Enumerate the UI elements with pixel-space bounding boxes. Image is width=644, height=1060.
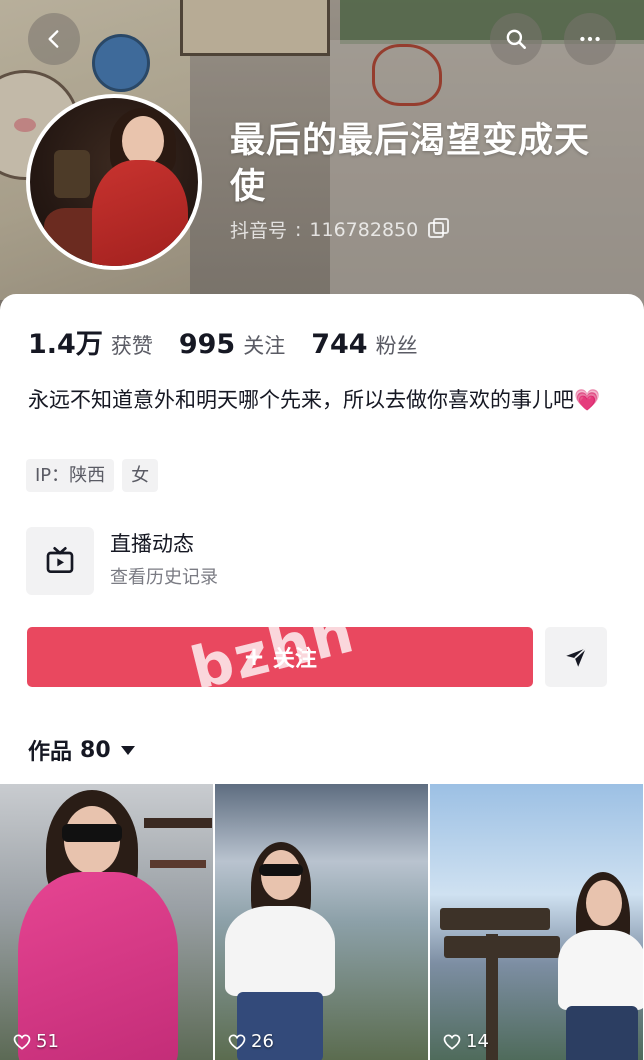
stat-likes-count: 1.4万 — [28, 329, 103, 360]
douyin-id-value: 116782850 — [309, 218, 419, 241]
thumb-figure-jeans — [566, 1006, 638, 1060]
video-thumbnail[interactable]: 51 — [0, 784, 213, 1060]
live-text: 直播动态 查看历史记录 — [110, 529, 218, 593]
tag-ip-location: IP：陕西 — [26, 459, 115, 492]
stat-following[interactable]: 995 关注 — [179, 329, 285, 360]
video-grid: 51 26 14 — [0, 784, 644, 1060]
stats-row: 1.4万 获赞 995 关注 744 粉丝 — [28, 322, 444, 361]
more-button[interactable] — [564, 13, 616, 65]
video-thumbnail[interactable]: 26 — [215, 784, 428, 1060]
plus-icon: + — [243, 642, 265, 672]
search-icon — [506, 29, 526, 49]
search-button[interactable] — [490, 13, 542, 65]
profile-bio: 永远不知道意外和明天哪个先来，所以去做你喜欢的事儿吧💗 — [28, 382, 618, 418]
profile-tags: IP：陕西 女 — [26, 459, 159, 492]
stat-followers[interactable]: 744 粉丝 — [311, 329, 417, 360]
douyin-id-label: 抖音号 — [230, 220, 288, 242]
stat-followers-label: 粉丝 — [375, 334, 418, 358]
thumb-wooden-sign — [440, 908, 550, 930]
chevron-left-icon — [48, 30, 59, 48]
live-icon-box — [26, 527, 94, 595]
bio-text: 永远不知道意外和明天哪个先来，所以去做你喜欢的事儿吧 — [28, 388, 574, 412]
video-thumbnail[interactable]: 14 — [430, 784, 643, 1060]
caret-down-icon — [120, 745, 135, 755]
douyin-id-row[interactable]: 抖音号:116782850 — [230, 216, 450, 243]
thumb-sunglasses — [259, 864, 303, 876]
video-likes-count: 14 — [466, 1031, 489, 1052]
works-count: 80 — [80, 737, 111, 763]
video-likes: 26 — [227, 1031, 274, 1052]
heart-outline-icon — [443, 1033, 461, 1050]
stat-following-label: 关注 — [243, 334, 286, 358]
works-tab[interactable]: 作品 80 — [28, 734, 135, 766]
copy-icon[interactable] — [428, 217, 450, 238]
live-subtitle: 查看历史记录 — [110, 567, 218, 588]
thumb-pavilion — [144, 818, 212, 868]
avatar[interactable] — [26, 94, 202, 270]
stat-followers-count: 744 — [311, 329, 368, 360]
tv-icon — [46, 547, 74, 573]
follow-button[interactable]: + 关注 — [27, 627, 533, 687]
thumb-figure-shirt — [225, 906, 335, 996]
works-label: 作品 — [28, 740, 73, 765]
profile-card: 1.4万 获赞 995 关注 744 粉丝 永远不知道意外和明天哪个先来，所以去… — [0, 294, 644, 1060]
avatar-lamp — [54, 150, 90, 198]
tag-gender: 女 — [122, 459, 159, 492]
thumb-figure-face — [586, 880, 622, 926]
send-icon — [566, 647, 587, 667]
thumb-sunglasses — [62, 824, 122, 842]
stat-likes-label: 获赞 — [110, 334, 153, 358]
live-title: 直播动态 — [110, 532, 194, 556]
video-likes: 51 — [12, 1031, 59, 1052]
back-button[interactable] — [28, 13, 80, 65]
video-likes: 14 — [442, 1031, 489, 1052]
douyin-id-separator: : — [295, 218, 302, 241]
heart-outline-icon — [13, 1033, 31, 1050]
heart-emoji-icon: 💗 — [574, 388, 601, 412]
thumb-figure-shirt — [558, 930, 643, 1010]
follow-label: 关注 — [272, 647, 317, 672]
stat-likes[interactable]: 1.4万 获赞 — [28, 322, 153, 361]
avatar-face — [122, 116, 164, 166]
stat-following-count: 995 — [178, 329, 236, 360]
more-horizontal-icon — [580, 36, 600, 42]
video-likes-count: 51 — [36, 1031, 59, 1052]
video-likes-count: 26 — [251, 1031, 274, 1052]
heart-outline-icon — [228, 1033, 246, 1050]
live-history-entry[interactable]: 直播动态 查看历史记录 — [26, 526, 616, 596]
share-button[interactable] — [545, 627, 607, 687]
avatar-dress — [92, 160, 188, 266]
profile-nickname: 最后的最后渴望变成天使 — [230, 121, 591, 207]
thumb-wooden-sign — [444, 936, 560, 958]
